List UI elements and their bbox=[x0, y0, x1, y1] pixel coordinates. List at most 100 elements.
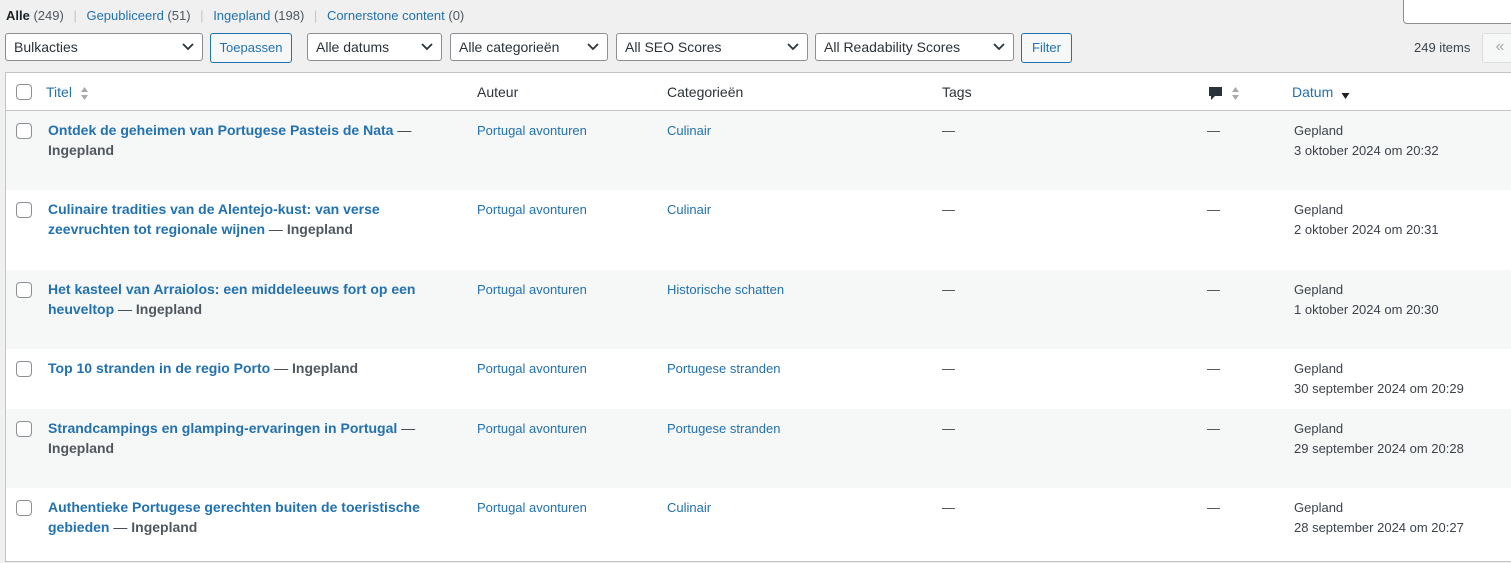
post-comments: — bbox=[1207, 123, 1220, 138]
post-title-cell: Authentieke Portugese gerechten buiten d… bbox=[48, 499, 420, 535]
seo-score-filter-value: All SEO Scores bbox=[625, 39, 722, 55]
post-date: Gepland 3 oktober 2024 om 20:32 bbox=[1294, 121, 1439, 160]
post-date: Gepland 2 oktober 2024 om 20:31 bbox=[1294, 200, 1439, 239]
post-date-value: 2 oktober 2024 om 20:31 bbox=[1294, 221, 1439, 237]
post-author-link[interactable]: Portugal avonturen bbox=[477, 280, 587, 300]
view-all-count: (249) bbox=[33, 8, 64, 23]
post-title-cell: Strandcampings en glamping-ervaringen in… bbox=[48, 420, 416, 456]
bulk-actions-select[interactable]: Bulkacties bbox=[5, 33, 203, 61]
dates-filter-select[interactable]: Alle datums bbox=[307, 33, 442, 61]
post-category-link[interactable]: Portugese stranden bbox=[667, 419, 780, 439]
post-title-link[interactable]: Strandcampings en glamping-ervaringen in… bbox=[48, 420, 397, 436]
post-author-link[interactable]: Portugal avonturen bbox=[477, 498, 587, 518]
row-checkbox[interactable] bbox=[16, 123, 32, 139]
table-row: Strandcampings en glamping-ervaringen in… bbox=[6, 409, 1511, 488]
post-tags: — bbox=[942, 282, 955, 297]
row-checkbox[interactable] bbox=[16, 202, 32, 218]
readability-filter-value: All Readability Scores bbox=[824, 39, 961, 55]
post-category-link[interactable]: Culinair bbox=[667, 498, 711, 518]
post-title-cell: Culinaire tradities van de Alentejo-kust… bbox=[48, 201, 380, 237]
comment-bubble-icon bbox=[1209, 86, 1222, 100]
view-all[interactable]: Alle (249) bbox=[6, 8, 67, 23]
post-author-link[interactable]: Portugal avonturen bbox=[477, 359, 587, 379]
table-row: Het kasteel van Arraiolos: een middeleeu… bbox=[6, 270, 1511, 349]
post-date: Gepland 28 september 2024 om 20:27 bbox=[1294, 498, 1464, 537]
post-author-link[interactable]: Portugal avonturen bbox=[477, 200, 587, 220]
view-published[interactable]: Gepubliceerd (51) bbox=[83, 8, 194, 23]
first-page-button[interactable]: « bbox=[1482, 33, 1511, 63]
post-tags: — bbox=[942, 361, 955, 376]
row-checkbox[interactable] bbox=[16, 361, 32, 377]
chevron-down-icon bbox=[993, 43, 1005, 51]
post-title-link[interactable]: Ontdek de geheimen van Portugese Pasteis… bbox=[48, 122, 393, 138]
post-title-cell: Het kasteel van Arraiolos: een middeleeu… bbox=[48, 281, 416, 317]
post-date-status: Gepland bbox=[1294, 361, 1344, 376]
post-author-link[interactable]: Portugal avonturen bbox=[477, 121, 587, 141]
post-category-link[interactable]: Portugese stranden bbox=[667, 359, 780, 379]
view-scheduled-count: (198) bbox=[273, 8, 305, 23]
dates-filter-value: Alle datums bbox=[316, 39, 390, 55]
column-date[interactable]: Datum bbox=[1292, 84, 1350, 101]
row-checkbox[interactable] bbox=[16, 282, 32, 298]
column-title[interactable]: Titel bbox=[46, 84, 89, 101]
seo-score-filter-select[interactable]: All SEO Scores bbox=[616, 33, 808, 61]
column-author: Auteur bbox=[477, 84, 519, 100]
post-comments: — bbox=[1207, 500, 1220, 515]
post-date-value: 1 oktober 2024 om 20:30 bbox=[1294, 301, 1439, 317]
post-date-status: Gepland bbox=[1294, 123, 1344, 138]
post-tags: — bbox=[942, 123, 955, 138]
post-date-status: Gepland bbox=[1294, 421, 1344, 436]
post-title-link[interactable]: Het kasteel van Arraiolos: een middeleeu… bbox=[48, 281, 415, 317]
post-date-value: 30 september 2024 om 20:29 bbox=[1294, 380, 1464, 396]
view-published-count: (51) bbox=[167, 8, 191, 23]
apply-button[interactable]: Toepassen bbox=[210, 33, 292, 63]
select-all-checkbox[interactable] bbox=[16, 84, 32, 100]
post-title-link[interactable]: Top 10 stranden in de regio Porto bbox=[48, 360, 270, 376]
row-checkbox[interactable] bbox=[16, 500, 32, 516]
view-scheduled-label[interactable]: Ingepland bbox=[213, 8, 270, 23]
categories-filter-select[interactable]: Alle categorieën bbox=[450, 33, 608, 61]
post-comments: — bbox=[1207, 421, 1220, 436]
post-tags: — bbox=[942, 500, 955, 515]
post-author-link[interactable]: Portugal avonturen bbox=[477, 419, 587, 439]
view-cornerstone-label[interactable]: Cornerstone content bbox=[327, 8, 445, 23]
post-comments: — bbox=[1207, 282, 1220, 297]
search-input[interactable] bbox=[1403, 0, 1511, 24]
readability-filter-select[interactable]: All Readability Scores bbox=[815, 33, 1014, 61]
column-comments[interactable] bbox=[1208, 84, 1240, 101]
post-date-status: Gepland bbox=[1294, 282, 1344, 297]
chevron-down-icon bbox=[421, 43, 433, 51]
post-comments: — bbox=[1207, 202, 1220, 217]
post-title-cell: Ontdek de geheimen van Portugese Pasteis… bbox=[48, 122, 412, 158]
column-categories: Categorieën bbox=[667, 84, 744, 100]
column-title-label: Titel bbox=[46, 84, 72, 100]
filter-button[interactable]: Filter bbox=[1021, 33, 1072, 63]
sort-desc-icon bbox=[1341, 92, 1350, 99]
row-checkbox[interactable] bbox=[16, 421, 32, 437]
table-row: Top 10 stranden in de regio Porto — Inge… bbox=[6, 349, 1511, 409]
post-category-link[interactable]: Culinair bbox=[667, 200, 711, 220]
categories-filter-value: Alle categorieën bbox=[459, 39, 560, 55]
post-tags: — bbox=[942, 202, 955, 217]
view-cornerstone[interactable]: Cornerstone content (0) bbox=[323, 8, 464, 23]
post-state: Ingepland bbox=[131, 518, 198, 535]
post-title-link[interactable]: Authentieke Portugese gerechten buiten d… bbox=[48, 499, 420, 535]
post-state: Ingepland bbox=[135, 300, 203, 317]
post-tags: — bbox=[942, 421, 955, 436]
post-category-link[interactable]: Culinair bbox=[667, 121, 711, 141]
post-state: Ingepland bbox=[292, 360, 359, 376]
sort-icon bbox=[1231, 86, 1239, 100]
post-title-cell: Top 10 stranden in de regio Porto — Inge… bbox=[48, 360, 359, 376]
chevron-down-icon bbox=[182, 43, 194, 51]
post-category-link[interactable]: Historische schatten bbox=[667, 280, 784, 300]
post-date-value: 28 september 2024 om 20:27 bbox=[1294, 519, 1464, 535]
post-date: Gepland 1 oktober 2024 om 20:30 bbox=[1294, 280, 1439, 319]
view-published-label[interactable]: Gepubliceerd bbox=[86, 8, 163, 23]
table-header: Titel Auteur Categorieën Tags Datum bbox=[6, 73, 1511, 111]
table-row: Culinaire tradities van de Alentejo-kust… bbox=[6, 190, 1511, 270]
view-separator: | bbox=[200, 8, 204, 23]
column-date-label: Datum bbox=[1292, 84, 1334, 100]
view-all-label[interactable]: Alle bbox=[6, 8, 30, 23]
table-row: Authentieke Portugese gerechten buiten d… bbox=[6, 488, 1511, 563]
view-scheduled[interactable]: Ingepland (198) bbox=[210, 8, 308, 23]
